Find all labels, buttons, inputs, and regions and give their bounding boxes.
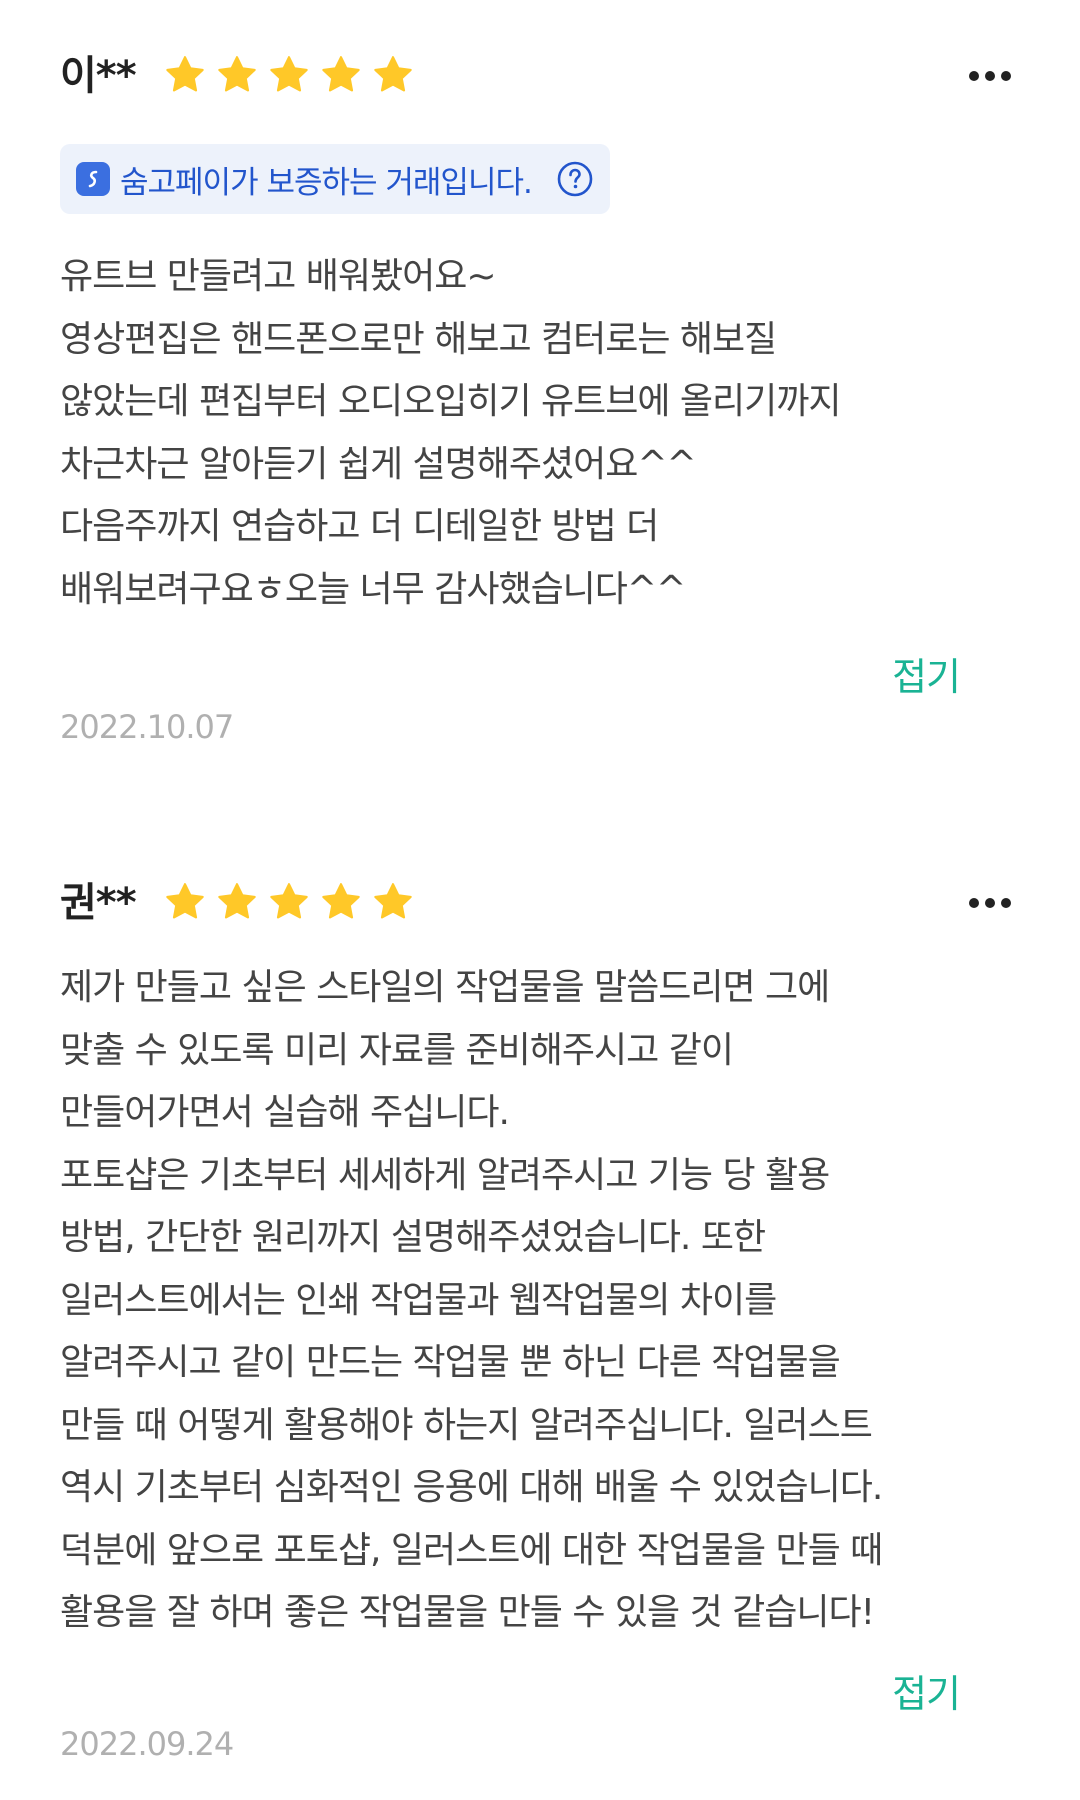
- more-icon: [969, 71, 1011, 81]
- review-text-line: 알려주시고 같이 만드는 작업물 뿐 하닌 다른 작업물을: [60, 1342, 841, 1383]
- more-options-button[interactable]: [960, 881, 1020, 925]
- question-circle-icon[interactable]: [556, 160, 594, 198]
- star-icon: [322, 883, 360, 919]
- review-text-line: 덕분에 앞으로 포토샵, 일러스트에 대한 작업물을 만들 때: [60, 1529, 883, 1571]
- more-options-button[interactable]: [960, 54, 1020, 98]
- review-text-line: 포토샵은 기초부터 세세하게 알려주시고 기능 당 활용: [60, 1154, 830, 1196]
- review-body: 유트브 만들려고 배워봤어요~ 영상편집은 핸드폰으로만 해보고 컴터로는 해보…: [60, 246, 1020, 621]
- review-text-line: 활용을 잘 하며 좋은 작업물을 만들 수 있을 것 같습니다!: [60, 1592, 875, 1633]
- soomgo-pay-icon: [76, 162, 110, 196]
- review-text-line: 않았는데 편집부터 오디오입히기 유트브에 올리기까지: [60, 381, 842, 422]
- star-icon: [322, 56, 360, 92]
- star-icon: [374, 883, 412, 919]
- review-card: 권** 제가 만들고 싶은 스타일의 작업물을 말씀드리면 그에 맞출 수 있도…: [60, 863, 1020, 1763]
- star-icon: [374, 56, 412, 92]
- star-rating: [164, 881, 414, 923]
- review-body: 제가 만들고 싶은 스타일의 작업물을 말씀드리면 그에 맞출 수 있도록 미리…: [60, 957, 1020, 1645]
- review-text-line: 역시 기초부터 심화적인 응용에 대해 배울 수 있었습니다.: [60, 1467, 883, 1508]
- review-text-line: 유트브 만들려고 배워봤어요~: [60, 256, 497, 297]
- star-rating: [164, 54, 414, 96]
- more-icon: [969, 898, 1011, 908]
- star-icon: [166, 56, 204, 92]
- review-text-line: 다음주까지 연습하고 더 디테일한 방법 더: [60, 506, 659, 547]
- reviewer-name: 권**: [60, 880, 137, 926]
- review-text-line: 일러스트에서는 인쇄 작업물과 웹작업물의 차이를: [60, 1279, 777, 1321]
- review-text-line: 방법, 간단한 원리까지 설명해주셨었습니다. 또한: [60, 1217, 766, 1258]
- star-icon: [218, 56, 256, 92]
- review-date: 2022.09.24: [60, 1725, 234, 1763]
- star-icon: [166, 883, 204, 919]
- review-header: 권**: [60, 863, 1020, 943]
- review-card: 이** 숨고페이가 보증하는 거래입니다. 유트브 만들려고 배워봤어요~ 영상…: [60, 36, 1020, 746]
- review-text-line: 맞출 수 있도록 미리 자료를 준비해주시고 같이: [60, 1029, 734, 1071]
- star-icon: [270, 56, 308, 92]
- review-text-line: 차근차근 알아듣기 쉽게 설명해주셨어요^^: [60, 443, 697, 485]
- collapse-button[interactable]: 접기: [892, 1663, 961, 1718]
- star-icon: [270, 883, 308, 919]
- review-date: 2022.10.07: [60, 708, 234, 746]
- review-text-line: 배워보려구요ㅎ오늘 너무 감사했습니다^^: [60, 568, 686, 610]
- collapse-button[interactable]: 접기: [892, 646, 961, 701]
- review-header: 이**: [60, 36, 1020, 116]
- payment-guarantee-badge: 숨고페이가 보증하는 거래입니다.: [60, 144, 610, 214]
- review-text-line: 제가 만들고 싶은 스타일의 작업물을 말씀드리면 그에: [60, 967, 830, 1008]
- reviewer-name: 이**: [60, 53, 137, 99]
- star-icon: [218, 883, 256, 919]
- guarantee-text: 숨고페이가 보증하는 거래입니다.: [120, 164, 533, 201]
- review-text-line: 영상편집은 핸드폰으로만 해보고 컴터로는 해보질: [60, 318, 777, 360]
- review-text-line: 만들어가면서 실습해 주십니다.: [60, 1092, 510, 1133]
- review-text-line: 만들 때 어떻게 활용해야 하는지 알려주십니다. 일러스트: [60, 1404, 873, 1446]
